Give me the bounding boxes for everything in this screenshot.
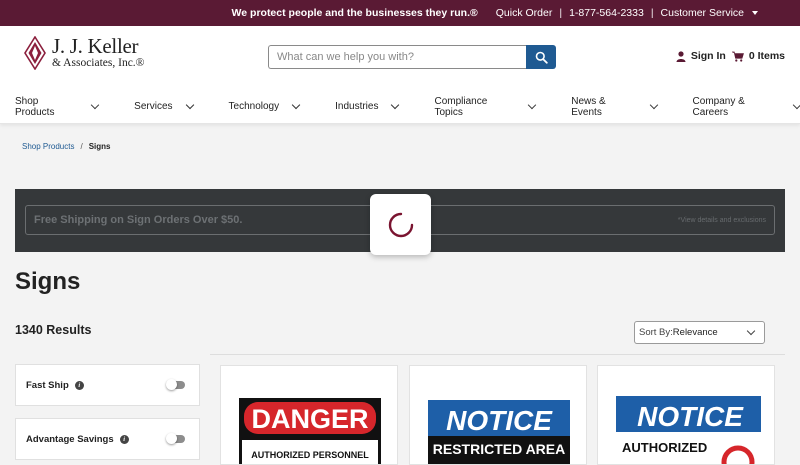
info-icon[interactable]: i [119, 434, 129, 444]
cart-link[interactable]: 0 Items [731, 50, 785, 62]
advantage-savings-toggle[interactable] [166, 433, 185, 444]
nav-label: News & Events [571, 95, 606, 118]
sort-value: Relevance [672, 327, 718, 338]
sign-subtext: RESTRICTED AREA [433, 441, 566, 457]
search-icon [535, 51, 548, 64]
promo-message: Free Shipping on Sign Orders Over $50. [34, 214, 243, 226]
chevron-down-icon [792, 100, 800, 110]
search-button[interactable] [526, 45, 556, 69]
danger-sign-image: DANGER AUTHORIZED PERSONNEL [239, 398, 381, 464]
phone-link[interactable]: 1-877-564-2333 [569, 7, 644, 19]
sign-header: DANGER [251, 404, 368, 434]
search-input[interactable] [268, 45, 526, 69]
nav-shop-products[interactable]: Shop Products [15, 95, 100, 118]
sort-label: Sort By: [639, 327, 673, 338]
customer-service-label: Customer Service [660, 7, 744, 19]
breadcrumb: Shop Products / Signs [22, 142, 111, 151]
chevron-down-icon [649, 100, 658, 110]
account-area: Sign In 0 Items [676, 50, 785, 62]
chevron-down-icon [91, 100, 100, 110]
caret-down-icon [752, 11, 758, 15]
diamond-logo-icon [24, 36, 46, 70]
chevron-down-icon [391, 100, 400, 110]
nav-label: Compliance Topics [434, 95, 488, 118]
utility-bar: We protect people and the businesses the… [0, 0, 800, 26]
loading-spinner-icon [388, 212, 413, 237]
chevron-down-icon [291, 100, 301, 110]
results-count: 1340 Results [15, 323, 92, 337]
fast-ship-toggle[interactable] [166, 379, 185, 390]
nav-label: Industries [335, 101, 379, 112]
sign-header: NOTICE [637, 401, 744, 432]
breadcrumb-current: Signs [88, 142, 111, 151]
sort-select[interactable]: Sort By: Relevance [634, 321, 765, 344]
nav-label: Shop Products [15, 95, 55, 118]
cart-icon [731, 51, 744, 62]
filter-label: Fast Ship [26, 379, 69, 391]
product-card[interactable]: NOTICE RESTRICTED AREA [409, 365, 587, 465]
product-card[interactable]: DANGER AUTHORIZED PERSONNEL [220, 365, 398, 465]
separator: | [650, 7, 654, 19]
results-divider [210, 354, 785, 355]
site-logo[interactable]: J. J. Keller & Associates, Inc.® [24, 36, 144, 70]
site-header: J. J. Keller & Associates, Inc.® Sign In [0, 26, 800, 90]
nav-label: Services [134, 101, 173, 112]
chevron-down-icon [528, 100, 537, 110]
nav-company-careers[interactable]: Company & Careers [693, 96, 800, 118]
logo-subtitle: & Associates, Inc.® [52, 57, 145, 70]
sign-subtext: AUTHORIZED PERSONNEL [251, 450, 369, 460]
filter-fast-ship: Fast Ship i [15, 364, 200, 406]
logo-name: J. J. Keller [52, 34, 139, 59]
notice-icon-sign-image: NOTICE AUTHORIZED [616, 394, 761, 464]
nav-technology[interactable]: Technology [228, 100, 301, 112]
cart-count: 0 Items [748, 50, 785, 62]
breadcrumb-separator: / [80, 142, 83, 151]
filter-advantage-savings: Advantage Savings i [15, 418, 200, 460]
nav-industries[interactable]: Industries [335, 100, 400, 112]
search-bar [268, 45, 556, 69]
user-icon [676, 50, 686, 62]
nav-compliance-topics[interactable]: Compliance Topics [434, 95, 537, 118]
nav-news-events[interactable]: News & Events [571, 95, 658, 118]
loading-overlay [370, 194, 431, 255]
sign-in-link[interactable]: Sign In [676, 50, 726, 62]
chevron-down-icon [185, 100, 194, 110]
info-icon[interactable]: i [74, 380, 84, 390]
page-title: Signs [15, 268, 81, 295]
main-nav: Shop Products Services Technology Indust… [0, 90, 800, 124]
nav-label: Company & Careers [692, 95, 745, 118]
product-card[interactable]: NOTICE AUTHORIZED [597, 365, 775, 465]
filter-label: Advantage Savings [26, 433, 114, 445]
customer-service-menu[interactable]: Customer Service [661, 7, 758, 19]
separator: | [559, 7, 563, 19]
notice-sign-image: NOTICE RESTRICTED AREA [428, 398, 570, 464]
sign-subtext: AUTHORIZED [622, 440, 707, 455]
sign-header: NOTICE [446, 405, 553, 436]
quick-order-link[interactable]: Quick Order [496, 7, 553, 19]
promo-details-link[interactable]: *View details and exclusions [678, 217, 766, 224]
nav-label: Technology [228, 101, 280, 112]
tagline: We protect people and the businesses the… [231, 7, 478, 19]
nav-services[interactable]: Services [134, 100, 194, 112]
sign-in-label: Sign In [690, 50, 726, 62]
chevron-down-icon [746, 326, 756, 336]
breadcrumb-shop-products[interactable]: Shop Products [22, 142, 74, 151]
